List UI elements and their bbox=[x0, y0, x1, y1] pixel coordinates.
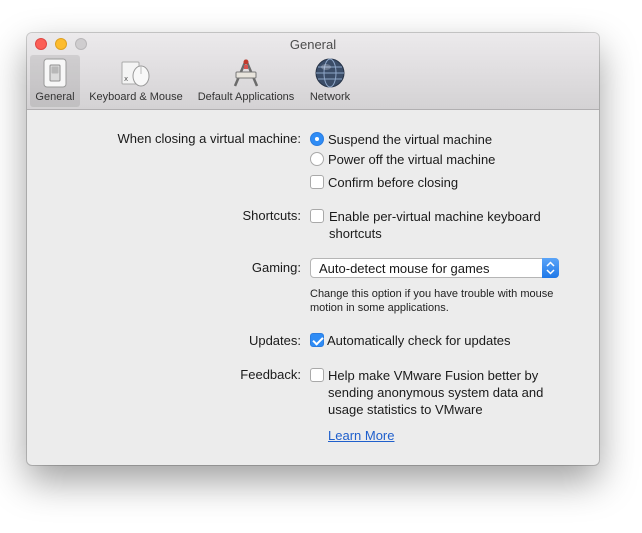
shortcuts-checkbox[interactable] bbox=[310, 209, 324, 223]
feedback-checkbox[interactable] bbox=[310, 368, 324, 382]
feedback-option-line3[interactable]: usage statistics to VMware bbox=[328, 401, 483, 418]
confirm-checkbox[interactable] bbox=[310, 175, 324, 189]
poweroff-radio[interactable] bbox=[310, 152, 324, 166]
tab-network[interactable]: Network bbox=[303, 55, 357, 107]
gaming-select[interactable]: Auto-detect mouse for games bbox=[310, 258, 559, 278]
suspend-radio[interactable] bbox=[310, 132, 324, 146]
learn-more-link[interactable]: Learn More bbox=[328, 428, 394, 443]
tab-general[interactable]: General bbox=[30, 55, 80, 107]
updates-label: Updates: bbox=[248, 333, 301, 348]
poweroff-label[interactable]: Power off the virtual machine bbox=[328, 151, 495, 168]
feedback-option-line2[interactable]: sending anonymous system data and bbox=[328, 384, 543, 401]
tab-network-label: Network bbox=[309, 91, 351, 103]
preferences-window: General General x Keyboard & Mouse Defau… bbox=[27, 33, 599, 465]
feedback-label: Feedback: bbox=[240, 367, 301, 382]
shortcuts-option-line1[interactable]: Enable per-virtual machine keyboard bbox=[329, 208, 541, 225]
toolbar: General General x Keyboard & Mouse Defau… bbox=[27, 33, 599, 110]
tab-keyboard-mouse[interactable]: x Keyboard & Mouse bbox=[82, 55, 190, 107]
network-globe-icon bbox=[315, 58, 345, 88]
shortcuts-label: Shortcuts: bbox=[242, 208, 301, 223]
select-arrows-icon bbox=[542, 258, 559, 278]
tab-default-applications-label: Default Applications bbox=[197, 91, 295, 103]
suspend-label[interactable]: Suspend the virtual machine bbox=[328, 131, 492, 148]
confirm-label[interactable]: Confirm before closing bbox=[328, 174, 458, 191]
window-title: General bbox=[289, 37, 337, 52]
gaming-select-value: Auto-detect mouse for games bbox=[319, 261, 490, 276]
keyboard-mouse-icon: x bbox=[121, 61, 150, 87]
feedback-option-line1[interactable]: Help make VMware Fusion better by bbox=[328, 367, 538, 384]
updates-option[interactable]: Automatically check for updates bbox=[327, 332, 511, 349]
shortcuts-option-line2[interactable]: shortcuts bbox=[329, 225, 382, 242]
tab-default-applications[interactable]: Default Applications bbox=[190, 55, 302, 107]
general-switch-icon bbox=[43, 58, 67, 88]
svg-text:x: x bbox=[124, 75, 128, 83]
closing-label: When closing a virtual machine: bbox=[117, 131, 301, 146]
gaming-hint-line1: Change this option if you have trouble w… bbox=[310, 288, 554, 300]
default-applications-icon bbox=[233, 59, 259, 87]
updates-checkbox[interactable] bbox=[310, 333, 324, 347]
tab-general-label: General bbox=[35, 91, 75, 103]
tab-keyboard-mouse-label: Keyboard & Mouse bbox=[89, 91, 183, 103]
gaming-hint-line2: motion in some applications. bbox=[310, 302, 449, 314]
gaming-label: Gaming: bbox=[251, 260, 301, 275]
